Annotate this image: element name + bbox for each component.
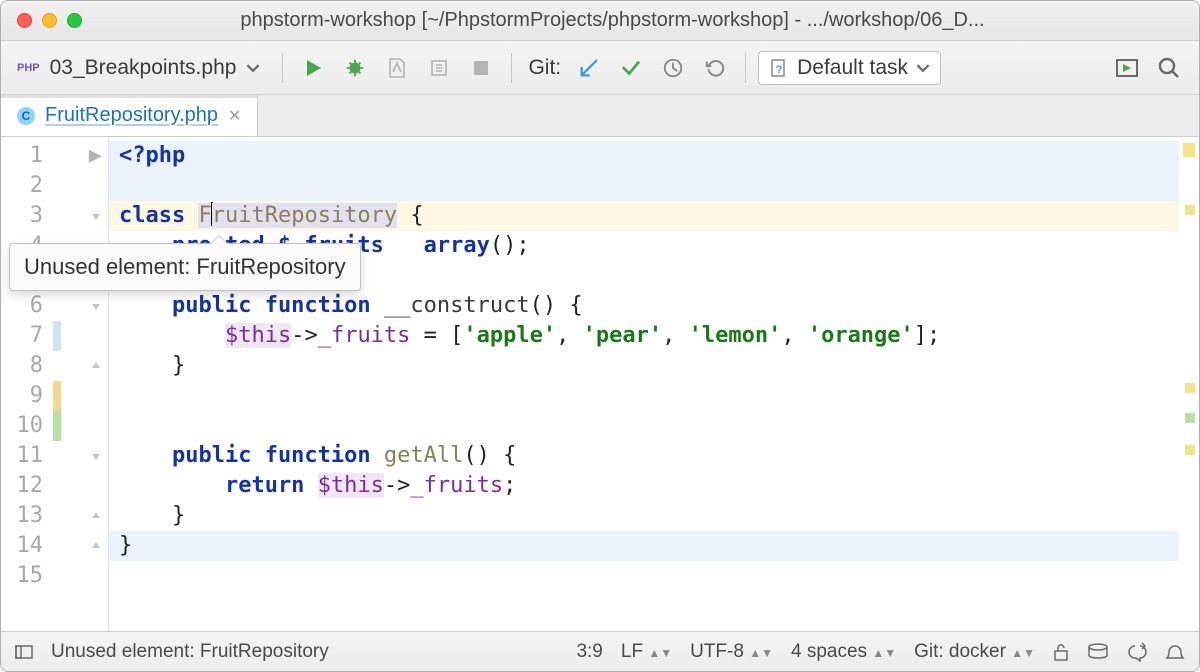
glyph-gutter[interactable]: ▶ [53,137,109,631]
minimize-window-button[interactable] [42,13,57,28]
svg-text:?: ? [776,64,783,76]
status-indent[interactable]: 4 spaces ▲▼ [791,641,896,663]
status-message: Unused element: FruitRepository [51,641,329,663]
profile-button[interactable] [421,50,457,86]
titlebar: phpstorm-workshop [~/PhpstormProjects/ph… [1,1,1199,41]
code-editor[interactable]: 1 2 3 4 5 6 7 8 9 10 11 12 13 14 15 ▶ [1,137,1199,631]
tool-window-toggle-icon[interactable] [15,643,33,661]
fold-end-icon[interactable] [53,501,108,531]
tab-fruitrepository[interactable]: C FruitRepository.php ✕ [1,95,258,136]
fold-end-icon[interactable] [53,351,108,381]
code-area[interactable]: <?php class FruitRepository { procted $ … [109,137,1179,631]
fold-icon[interactable] [53,441,108,471]
status-git-branch[interactable]: Git: docker ▲▼ [914,641,1035,663]
stop-button[interactable] [463,50,499,86]
info-marker[interactable] [1185,413,1195,423]
git-label: Git: [524,56,565,80]
change-marker[interactable] [53,321,61,351]
php-listen-icon[interactable] [1127,642,1147,662]
fold-end-icon[interactable] [53,531,108,561]
git-history-button[interactable] [655,50,691,86]
status-bar: Unused element: FruitRepository 3:9 LF ▲… [1,631,1199,671]
status-encoding[interactable]: UTF-8 ▲▼ [690,641,773,663]
run-anything-button[interactable] [1109,50,1145,86]
editor-tabs: C FruitRepository.php ✕ [1,95,1199,137]
read-only-toggle-icon[interactable] [1053,643,1069,661]
toolbar-separator [282,53,283,83]
zoom-window-button[interactable] [67,13,82,28]
toolbar-separator [745,53,746,83]
close-window-button[interactable] [17,13,32,28]
ide-window: phpstorm-workshop [~/PhpstormProjects/ph… [0,0,1200,672]
warning-marker[interactable] [1185,383,1195,393]
fold-icon[interactable] [53,201,108,231]
error-stripe[interactable] [1179,137,1199,631]
notifications-icon[interactable] [1165,642,1185,662]
run-line-icon[interactable]: ▶ [53,141,108,171]
class-icon: C [17,107,35,125]
debug-button[interactable] [337,50,373,86]
change-marker[interactable] [53,411,61,441]
window-title: phpstorm-workshop [~/PhpstormProjects/ph… [102,9,1183,32]
coverage-button[interactable] [379,50,415,86]
file-selector[interactable]: PHP 03_Breakpoints.php [13,52,270,84]
close-tab-icon[interactable]: ✕ [228,106,241,126]
run-button[interactable] [295,50,331,86]
analysis-status-icon[interactable] [1183,143,1195,157]
inspection-tooltip: Unused element: FruitRepository [9,243,361,291]
fold-icon[interactable] [53,291,108,321]
status-caret-position[interactable]: 3:9 [576,641,602,663]
warning-marker[interactable] [1185,205,1195,215]
warning-marker[interactable] [1185,445,1195,455]
traffic-lights [17,13,82,28]
search-everywhere-button[interactable] [1151,50,1187,86]
git-revert-button[interactable] [697,50,733,86]
line-number-gutter: 1 2 3 4 5 6 7 8 9 10 11 12 13 14 15 [1,137,53,631]
tab-label: FruitRepository.php [45,104,218,127]
chevron-down-icon [246,61,260,75]
php-file-icon: PHP [17,62,40,74]
toolbar-separator [511,53,512,83]
git-commit-button[interactable] [613,50,649,86]
chevron-down-icon [916,61,930,75]
change-marker[interactable] [53,381,61,411]
git-update-button[interactable] [571,50,607,86]
doc-icon: ? [769,58,789,78]
main-toolbar: PHP 03_Breakpoints.php Git: ? Default ta… [1,41,1199,95]
inspection-profile-icon[interactable] [1087,643,1109,661]
run-configuration-selector[interactable]: ? Default task [758,51,941,85]
status-line-separator[interactable]: LF ▲▼ [621,641,672,663]
